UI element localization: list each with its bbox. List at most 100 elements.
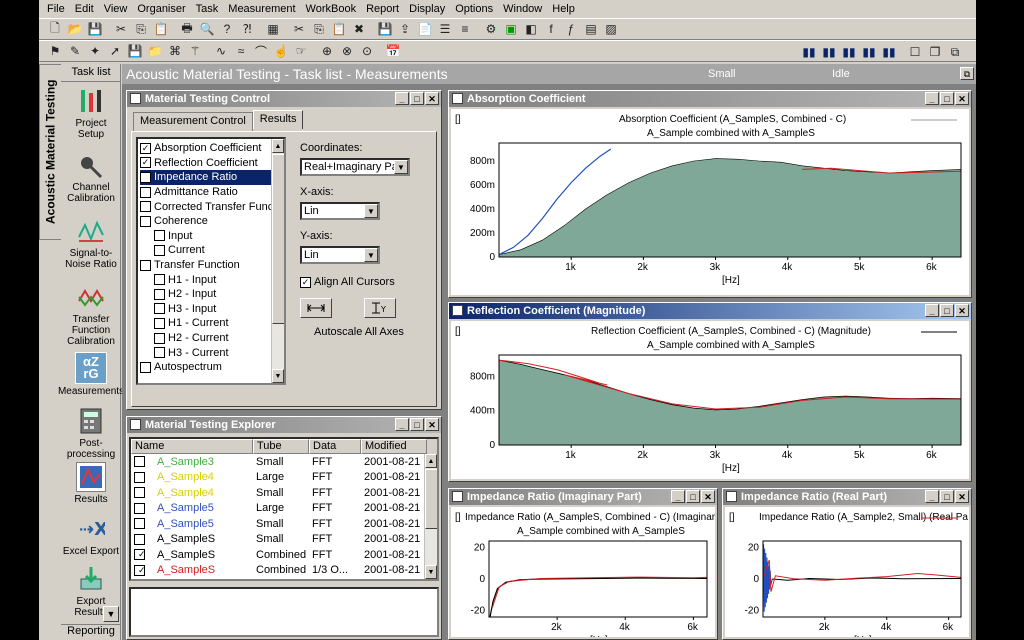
close-button[interactable]: ✕ — [425, 418, 439, 431]
cut-icon[interactable]: ✂ — [111, 20, 131, 38]
checkbox[interactable] — [140, 215, 151, 227]
tab-results[interactable]: Results — [252, 110, 304, 129]
checkbox[interactable] — [134, 471, 145, 483]
checkbox[interactable] — [140, 186, 151, 198]
menu-display[interactable]: Display — [404, 3, 450, 15]
checkbox-checked[interactable]: ✓ — [134, 564, 145, 576]
menu-file[interactable]: File — [42, 3, 70, 15]
table-row[interactable]: A_Sample3 Small FFT 2001-08-21 ... — [131, 454, 437, 470]
menu-report[interactable]: Report — [361, 3, 404, 15]
cascade-icon[interactable]: ❐ — [925, 43, 945, 61]
yaxis-select[interactable]: Lin ▼ — [300, 246, 380, 264]
autoscale-y-button[interactable]: Y — [364, 298, 396, 318]
table-row[interactable]: A_Sample5 Large FFT 2001-08-21 ... — [131, 501, 437, 517]
maximize-button[interactable]: □ — [940, 490, 954, 503]
pen-icon[interactable]: ✎ — [65, 42, 85, 60]
signal-icon[interactable]: ∿ — [211, 42, 231, 60]
table-row[interactable]: ✓ A_SampleS Combined 1/3 O... 2001-08-21 ... — [131, 563, 437, 579]
checkbox[interactable] — [154, 274, 165, 286]
checkbox-checked[interactable]: ✓ — [140, 142, 151, 154]
delete-icon[interactable]: ✖ — [349, 20, 369, 38]
workbook-icon[interactable]: ▦ — [263, 20, 283, 38]
sidebar-item-transfer-calibration[interactable]: Transfer Function Calibration — [61, 282, 121, 347]
result-list-item[interactable]: H1 - Input — [140, 272, 282, 287]
minimize-button[interactable]: _ — [925, 490, 939, 503]
result-list-item[interactable]: H2 - Current — [140, 331, 282, 346]
result-list-scrollbar[interactable]: ▲ ▼ — [271, 139, 284, 383]
scroll-down-icon[interactable]: ▼ — [425, 565, 437, 579]
plot-icon[interactable]: ⌘ — [165, 42, 185, 60]
checkbox[interactable] — [140, 259, 151, 271]
maximize-button[interactable]: □ — [410, 92, 424, 105]
paste-icon[interactable]: 📋 — [151, 20, 171, 38]
disk-icon[interactable]: 💾 — [125, 42, 145, 60]
checkbox[interactable] — [134, 487, 145, 499]
checkbox-checked[interactable]: ✓ — [140, 171, 151, 183]
minimize-button[interactable]: _ — [395, 92, 409, 105]
scroll-thumb[interactable] — [272, 154, 284, 324]
graph-icon[interactable]: ◧ — [521, 20, 541, 38]
context-help-icon[interactable]: ⁈ — [237, 20, 257, 38]
menu-help[interactable]: Help — [547, 3, 580, 15]
impedance-real-plot[interactable]: [] Impedance Ratio (A_Sample2, Small) (Re… — [725, 507, 969, 637]
stop-icon[interactable]: ⊗ — [337, 42, 357, 60]
curve-icon[interactable]: ⌒ — [251, 42, 271, 60]
save2-icon[interactable]: 💾 — [375, 20, 395, 38]
minimize-button[interactable]: _ — [925, 304, 939, 317]
column-data[interactable]: Data — [309, 439, 361, 454]
sidebar-item-channel-calibration[interactable]: Channel Calibration — [61, 150, 121, 204]
checkbox[interactable] — [134, 518, 145, 530]
column-modified[interactable]: Modified — [361, 439, 427, 454]
close-button[interactable]: ✕ — [955, 304, 969, 317]
menu-options[interactable]: Options — [450, 3, 498, 15]
checkbox[interactable] — [134, 502, 145, 514]
table-row[interactable]: A_SampleS Small FFT 2001-08-21 ... — [131, 532, 437, 548]
task-icon[interactable]: ⚑ — [45, 42, 65, 60]
copy2-icon[interactable]: ⎘ — [309, 20, 329, 38]
minimize-button[interactable]: _ — [395, 418, 409, 431]
result-list-item[interactable]: H3 - Current — [140, 345, 282, 360]
result-list-item[interactable]: ✓ Reflection Coefficient — [140, 156, 282, 171]
checkbox[interactable] — [154, 332, 165, 344]
checkbox[interactable] — [140, 361, 151, 373]
report-icon[interactable]: 📄 — [415, 20, 435, 38]
save-icon[interactable]: 💾 — [85, 20, 105, 38]
checkbox[interactable] — [140, 201, 151, 213]
tab-measurement-control[interactable]: Measurement Control — [133, 112, 253, 131]
result-list-item[interactable]: Input — [140, 229, 282, 244]
layout-4-icon[interactable]: ▮▮ — [859, 43, 879, 61]
menu-workbook[interactable]: WorkBook — [301, 3, 362, 15]
list-icon[interactable]: ≡ — [455, 20, 475, 38]
close-button[interactable]: ✕ — [955, 92, 969, 105]
sidebar-item-excel-export[interactable]: ⇢X Excel Export — [61, 514, 121, 557]
sidebar-item-project-setup[interactable]: Project Setup — [61, 86, 121, 140]
column-tube[interactable]: Tube — [253, 439, 309, 454]
layout-1-icon[interactable]: ▮▮ — [799, 43, 819, 61]
menu-window[interactable]: Window — [498, 3, 547, 15]
checkbox[interactable] — [154, 230, 165, 242]
scroll-up-icon[interactable]: ▲ — [272, 139, 284, 153]
workspace-restore-icon[interactable]: ⧉ — [960, 67, 974, 80]
image-icon[interactable]: ▨ — [601, 20, 621, 38]
align-cursors-checkbox[interactable]: ✓ Align All Cursors — [300, 276, 395, 288]
close-button[interactable]: ✕ — [425, 92, 439, 105]
scroll-down-icon[interactable]: ▼ — [272, 369, 284, 383]
copy-icon[interactable]: ⎘ — [131, 20, 151, 38]
result-list-item[interactable]: H2 - Input — [140, 287, 282, 302]
checkbox[interactable] — [134, 533, 145, 545]
menu-edit[interactable]: Edit — [70, 3, 99, 15]
result-list-item[interactable]: ✓ Absorption Coefficient — [140, 141, 282, 156]
reflection-plot[interactable]: [] Reflection Coefficient (A_SampleS, Com… — [451, 321, 969, 479]
maximize-button[interactable]: □ — [940, 92, 954, 105]
print-icon[interactable]: 🖶 — [177, 20, 197, 38]
menu-measurement[interactable]: Measurement — [223, 3, 300, 15]
checkbox-checked[interactable]: ✓ — [140, 157, 151, 169]
checkbox[interactable] — [154, 303, 165, 315]
result-list-item[interactable]: H3 - Input — [140, 302, 282, 317]
checkbox[interactable] — [154, 288, 165, 300]
result-list-item[interactable]: ✓ Impedance Ratio — [140, 170, 282, 185]
sidebar-item-measurements[interactable]: αZ rG Measurements — [58, 352, 124, 397]
maximize-button[interactable]: □ — [410, 418, 424, 431]
table-row[interactable]: A_Sample4 Small FFT 2001-08-21 ... — [131, 485, 437, 501]
sidebar-scroll-down[interactable]: ▼ — [103, 606, 119, 622]
